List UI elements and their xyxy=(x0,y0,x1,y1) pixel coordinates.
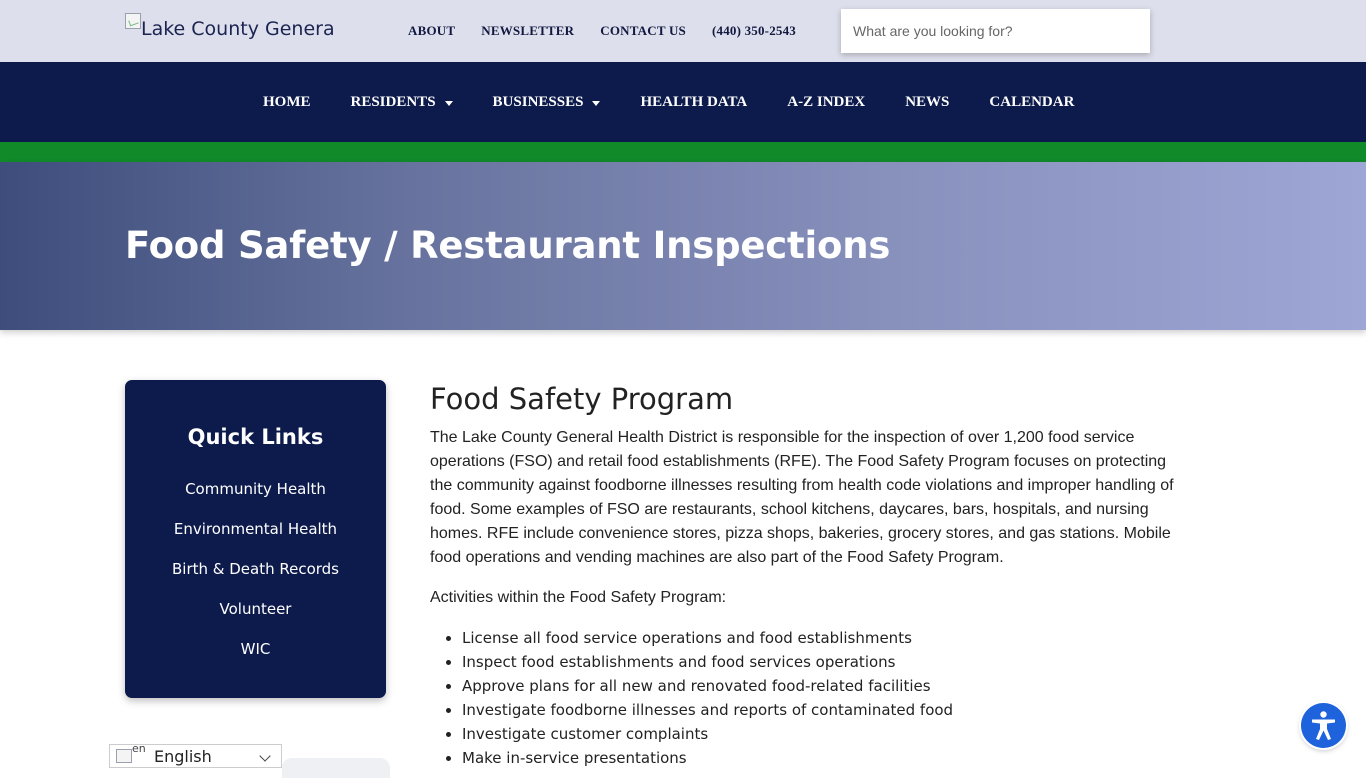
quick-link-wic[interactable]: WIC xyxy=(125,640,386,680)
accessibility-person-icon xyxy=(1312,711,1335,740)
top-utility-bar: Lake County Genera ABOUT NEWSLETTER CONT… xyxy=(0,0,1366,62)
accessibility-button[interactable] xyxy=(1301,703,1346,748)
about-link[interactable]: ABOUT xyxy=(408,23,455,39)
utility-links: ABOUT NEWSLETTER CONTACT US (440) 350-25… xyxy=(408,23,822,39)
sidebar-widget-edge xyxy=(282,758,390,778)
list-item: Make in-service presentations xyxy=(462,746,1175,770)
language-code: en xyxy=(132,742,146,755)
list-item: Approve plans for all new and renovated … xyxy=(462,674,1175,698)
phone-link[interactable]: (440) 350-2543 xyxy=(712,23,796,39)
activities-list: License all food service operations and … xyxy=(462,626,1175,770)
logo-alt-text: Lake County Genera xyxy=(141,18,335,40)
nav-news-label: NEWS xyxy=(905,94,950,110)
caret-down-icon xyxy=(444,100,453,106)
page-hero: Food Safety / Restaurant Inspections xyxy=(0,162,1366,330)
activities-label: Activities within the Food Safety Progra… xyxy=(430,589,727,606)
language-selector[interactable]: en English xyxy=(109,742,282,768)
site-logo[interactable]: Lake County Genera xyxy=(125,13,335,45)
nav-businesses[interactable]: BUSINESSES xyxy=(493,94,601,111)
quick-link-volunteer[interactable]: Volunteer xyxy=(125,600,386,640)
language-label: English xyxy=(154,746,212,766)
nav-items: HOME RESIDENTS BUSINESSES HEALTH DATA A-… xyxy=(263,94,1074,111)
nav-calendar-label: CALENDAR xyxy=(989,94,1075,110)
quick-links-title: Quick Links xyxy=(187,425,324,449)
quick-link-community-health[interactable]: Community Health xyxy=(125,480,386,520)
accent-divider xyxy=(0,142,1366,162)
main-navigation: HOME RESIDENTS BUSINESSES HEALTH DATA A-… xyxy=(0,62,1366,142)
nav-a-z-index-label: A-Z INDEX xyxy=(787,94,866,110)
caret-down-icon xyxy=(592,100,601,106)
list-item: Investigate foodborne illnesses and repo… xyxy=(462,698,1175,722)
nav-businesses-label: BUSINESSES xyxy=(492,94,584,110)
search-input[interactable] xyxy=(841,9,1150,53)
nav-residents-label: RESIDENTS xyxy=(350,94,436,110)
nav-residents[interactable]: RESIDENTS xyxy=(351,94,453,111)
flag-icon xyxy=(116,749,132,763)
contact-us-link[interactable]: CONTACT US xyxy=(600,23,686,39)
newsletter-link[interactable]: NEWSLETTER xyxy=(481,23,574,39)
broken-image-icon xyxy=(125,13,141,29)
list-item: Investigate customer complaints xyxy=(462,722,1175,746)
list-item: Inspect food establishments and food ser… xyxy=(462,650,1175,674)
quick-link-environmental-health[interactable]: Environmental Health xyxy=(125,520,386,560)
nav-a-z-index[interactable]: A-Z INDEX xyxy=(787,94,865,111)
section-heading: Food Safety Program xyxy=(430,382,734,416)
page-title: Food Safety / Restaurant Inspections xyxy=(125,224,891,267)
nav-health-data-label: HEALTH DATA xyxy=(640,94,748,110)
nav-calendar[interactable]: CALENDAR xyxy=(989,94,1074,111)
quick-links-list: Community Health Environmental Health Bi… xyxy=(125,480,386,680)
chevron-down-icon xyxy=(259,750,271,762)
nav-home[interactable]: HOME xyxy=(263,94,311,111)
list-item: License all food service operations and … xyxy=(462,626,1175,650)
quick-link-birth-death-records[interactable]: Birth & Death Records xyxy=(125,560,386,600)
nav-health-data[interactable]: HEALTH DATA xyxy=(640,94,747,111)
nav-home-label: HOME xyxy=(263,94,311,110)
main-content: Food Safety Program The Lake County Gene… xyxy=(430,380,1175,770)
quick-links-panel: Quick Links Community Health Environment… xyxy=(125,380,386,698)
nav-news[interactable]: NEWS xyxy=(905,94,949,111)
intro-paragraph: The Lake County General Health District … xyxy=(430,429,1174,566)
